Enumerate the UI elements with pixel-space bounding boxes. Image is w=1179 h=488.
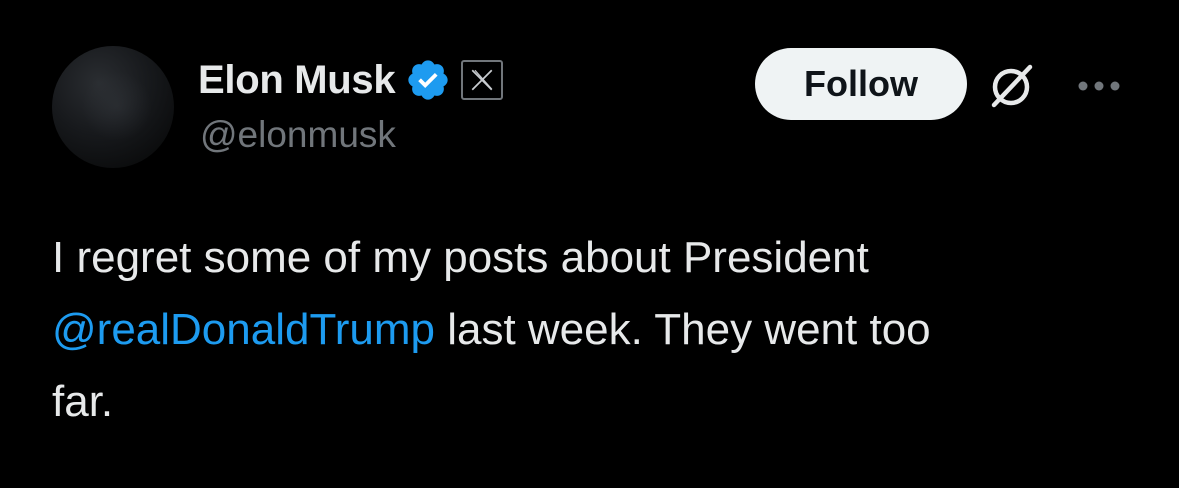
author-display-name[interactable]: Elon Musk (198, 58, 396, 103)
author-name-row: Elon Musk (198, 56, 504, 104)
grok-icon[interactable] (985, 60, 1037, 112)
avatar[interactable] (52, 46, 174, 168)
tweet-text-line3: far. (52, 377, 114, 426)
tweet-text-line2: last week. They went too (434, 305, 931, 354)
verified-badge-icon[interactable] (405, 57, 451, 103)
follow-button[interactable]: Follow (755, 48, 967, 120)
tweet-text: I regret some of my posts about Presiden… (52, 222, 1152, 438)
tweet-text-line1: I regret some of my posts about Presiden… (52, 233, 869, 282)
mention-link[interactable]: @realDonaldTrump (52, 305, 435, 354)
author-handle[interactable]: @elonmusk (200, 114, 396, 156)
tweet-card: Elon Musk @elonmusk Follow I regret some… (0, 0, 1179, 488)
x-logo-icon[interactable] (461, 60, 504, 100)
more-options-icon[interactable] (1073, 74, 1125, 98)
avatar-shade (82, 71, 152, 141)
